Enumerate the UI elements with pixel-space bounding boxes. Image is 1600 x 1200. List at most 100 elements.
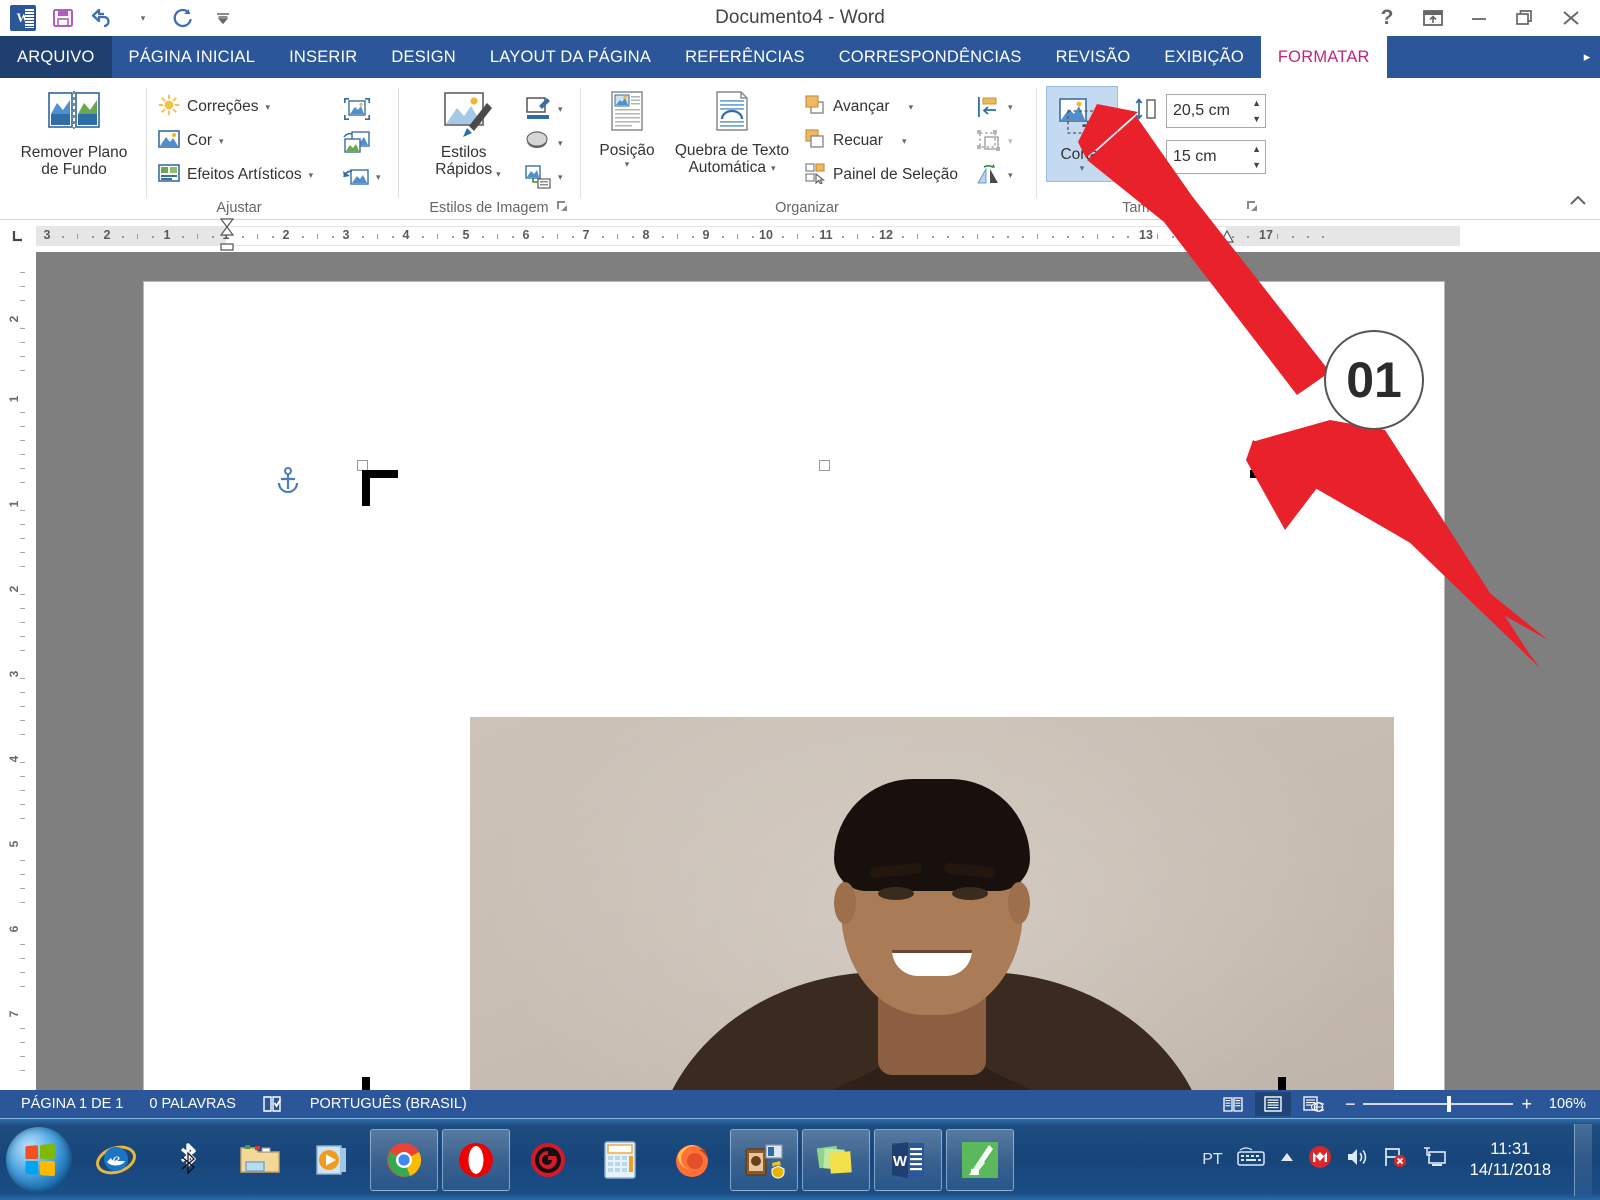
vertical-ruler[interactable]: 211234567810 bbox=[0, 252, 36, 1186]
corrections-caret-icon[interactable]: ▾ bbox=[266, 102, 271, 113]
mega-icon[interactable] bbox=[1308, 1145, 1332, 1174]
align-objects-caret-icon[interactable]: ▾ bbox=[1008, 102, 1013, 113]
tab-arquivo[interactable]: ARQUIVO bbox=[0, 36, 112, 78]
taskbar-clock[interactable]: 11:31 14/11/2018 bbox=[1460, 1139, 1561, 1180]
taskbar-bluetooth[interactable] bbox=[154, 1129, 222, 1191]
help-button[interactable]: ? bbox=[1364, 2, 1410, 34]
zoom-slider[interactable]: − + bbox=[1345, 1095, 1532, 1113]
reset-picture-caret-icon[interactable]: ▾ bbox=[376, 172, 381, 183]
redo-icon[interactable] bbox=[168, 3, 198, 33]
undo-icon[interactable] bbox=[88, 3, 118, 33]
artistic-effects-caret-icon[interactable]: ▾ bbox=[309, 170, 314, 181]
taskbar-internet-explorer[interactable]: e bbox=[82, 1129, 150, 1191]
volume-icon[interactable] bbox=[1345, 1146, 1369, 1173]
tab-formatar[interactable]: FORMATAR bbox=[1260, 36, 1387, 78]
zoom-in-button[interactable]: + bbox=[1521, 1095, 1532, 1113]
zoom-slider-track[interactable] bbox=[1363, 1096, 1514, 1112]
language-indicator[interactable]: PORTUGUÊS (BRASIL) bbox=[297, 1096, 480, 1112]
picture-layout-button[interactable]: ▾ bbox=[524, 160, 563, 194]
artistic-effects-button[interactable]: Efeitos Artísticos ▾ bbox=[158, 158, 313, 192]
collapse-ribbon-button[interactable] bbox=[1566, 192, 1590, 215]
taskbar-opera[interactable] bbox=[442, 1128, 510, 1191]
restore-button[interactable] bbox=[1502, 2, 1548, 34]
rotate-objects-caret-icon[interactable]: ▾ bbox=[1008, 170, 1013, 181]
ribbon-display-options-button[interactable] bbox=[1410, 2, 1456, 34]
taskbar-firefox[interactable] bbox=[658, 1129, 726, 1191]
shape-height-field[interactable]: 20,5 cm ▲ ▼ bbox=[1166, 94, 1266, 128]
tab-exibicao[interactable]: EXIBIÇÃO bbox=[1147, 36, 1261, 78]
tamanho-dialog-launcher[interactable] bbox=[1246, 200, 1260, 214]
taskbar-google-chrome[interactable] bbox=[370, 1128, 438, 1191]
bring-forward-button[interactable]: Avançar ▾ bbox=[804, 90, 958, 124]
group-objects-button[interactable]: ▾ bbox=[976, 124, 1013, 158]
network-icon[interactable] bbox=[1421, 1145, 1447, 1174]
zoom-slider-knob[interactable] bbox=[1447, 1096, 1452, 1112]
crop-mark-top-left-v[interactable] bbox=[362, 470, 370, 506]
position-button[interactable]: Posição ▾ bbox=[592, 90, 662, 169]
tab-revisao[interactable]: REVISÃO bbox=[1039, 36, 1148, 78]
selection-pane-button[interactable]: Painel de Seleção bbox=[804, 158, 958, 192]
zoom-out-button[interactable]: − bbox=[1345, 1095, 1356, 1113]
picture-effects-caret-icon[interactable]: ▾ bbox=[558, 138, 563, 149]
shape-height-spin-down[interactable]: ▼ bbox=[1252, 114, 1261, 124]
picture-border-button[interactable]: ▾ bbox=[524, 92, 563, 126]
minimize-button[interactable] bbox=[1456, 2, 1502, 34]
tab-inserir[interactable]: INSERIR bbox=[272, 36, 374, 78]
right-indent-marker[interactable] bbox=[1219, 229, 1235, 249]
keyboard-icon[interactable] bbox=[1236, 1146, 1266, 1173]
taskbar-calculator[interactable] bbox=[586, 1129, 654, 1191]
inserted-photo[interactable] bbox=[470, 717, 1394, 1090]
document-page[interactable] bbox=[144, 282, 1444, 1090]
crop-button[interactable]: Cortar ▾ bbox=[1046, 86, 1118, 182]
resize-handle-top-center[interactable] bbox=[819, 460, 830, 471]
align-objects-button[interactable]: ▾ bbox=[976, 90, 1013, 124]
action-center-flag-icon[interactable] bbox=[1382, 1145, 1408, 1174]
horizontal-ruler[interactable]: 321123456789101112131617 bbox=[0, 218, 1600, 252]
tab-scroll-right-icon[interactable]: ▸ bbox=[1574, 36, 1600, 78]
reset-picture-button[interactable]: ▾ bbox=[342, 160, 381, 194]
picture-layout-caret-icon[interactable]: ▾ bbox=[558, 172, 563, 183]
tab-correspondencias[interactable]: CORRESPONDÊNCIAS bbox=[822, 36, 1039, 78]
crop-mark-top-right-v[interactable] bbox=[1278, 470, 1286, 506]
save-icon[interactable] bbox=[48, 3, 78, 33]
wrap-text-caret-icon[interactable]: ▾ bbox=[771, 163, 776, 173]
shape-width-field[interactable]: 15 cm ▲ ▼ bbox=[1166, 140, 1266, 174]
ruler-track[interactable]: 321123456789101112131617 bbox=[36, 218, 1460, 251]
send-backward-caret-icon[interactable]: ▾ bbox=[902, 136, 907, 147]
zoom-level[interactable]: 106% bbox=[1546, 1096, 1592, 1112]
quick-styles-caret-icon[interactable]: ▾ bbox=[496, 169, 501, 179]
customize-qat-icon[interactable] bbox=[208, 3, 238, 33]
show-desktop-button[interactable] bbox=[1574, 1123, 1592, 1196]
crop-mark-bottom-left-v[interactable] bbox=[362, 1077, 370, 1090]
shape-width-spin-down[interactable]: ▼ bbox=[1252, 160, 1261, 170]
document-canvas[interactable] bbox=[36, 252, 1600, 1090]
tab-referencias[interactable]: REFERÊNCIAS bbox=[668, 36, 822, 78]
proofing-errors-icon[interactable] bbox=[249, 1095, 297, 1113]
crop-mark-bottom-right-v[interactable] bbox=[1278, 1077, 1286, 1090]
page-indicator[interactable]: PÁGINA 1 DE 1 bbox=[8, 1096, 136, 1112]
taskbar-word[interactable]: W bbox=[874, 1128, 942, 1191]
word-count[interactable]: 0 PALAVRAS bbox=[136, 1096, 249, 1112]
show-hidden-icons-icon[interactable] bbox=[1279, 1150, 1295, 1169]
close-button[interactable] bbox=[1548, 2, 1594, 34]
color-button[interactable]: Cor ▾ bbox=[158, 124, 313, 158]
position-caret-icon[interactable]: ▾ bbox=[599, 159, 654, 169]
taskbar-sticky-notes[interactable] bbox=[802, 1128, 870, 1191]
estilos-de-imagem-dialog-launcher[interactable] bbox=[556, 200, 570, 214]
taskbar-media-player[interactable] bbox=[298, 1129, 366, 1191]
crop-caret-icon[interactable]: ▾ bbox=[1080, 163, 1085, 173]
quick-styles-button[interactable]: Estilos Rápidos ▾ bbox=[418, 90, 518, 179]
print-layout-view-button[interactable] bbox=[1254, 1092, 1291, 1116]
start-button[interactable] bbox=[6, 1126, 72, 1193]
picture-effects-button[interactable]: ▾ bbox=[524, 126, 563, 160]
taskbar-windows-explorer[interactable] bbox=[226, 1129, 294, 1191]
shape-height-spin-up[interactable]: ▲ bbox=[1252, 98, 1261, 108]
color-caret-icon[interactable]: ▾ bbox=[219, 136, 224, 147]
taskbar-gshift[interactable] bbox=[514, 1129, 582, 1191]
send-backward-button[interactable]: Recuar ▾ bbox=[804, 124, 958, 158]
bring-forward-caret-icon[interactable]: ▾ bbox=[909, 102, 914, 113]
language-indicator-tray[interactable]: PT bbox=[1202, 1151, 1222, 1169]
wrap-text-button[interactable]: Quebra de Texto Automática ▾ bbox=[662, 90, 802, 177]
corrections-button[interactable]: Correções ▾ bbox=[158, 90, 313, 124]
remove-background-button[interactable]: Remover Plano de Fundo bbox=[8, 90, 140, 179]
